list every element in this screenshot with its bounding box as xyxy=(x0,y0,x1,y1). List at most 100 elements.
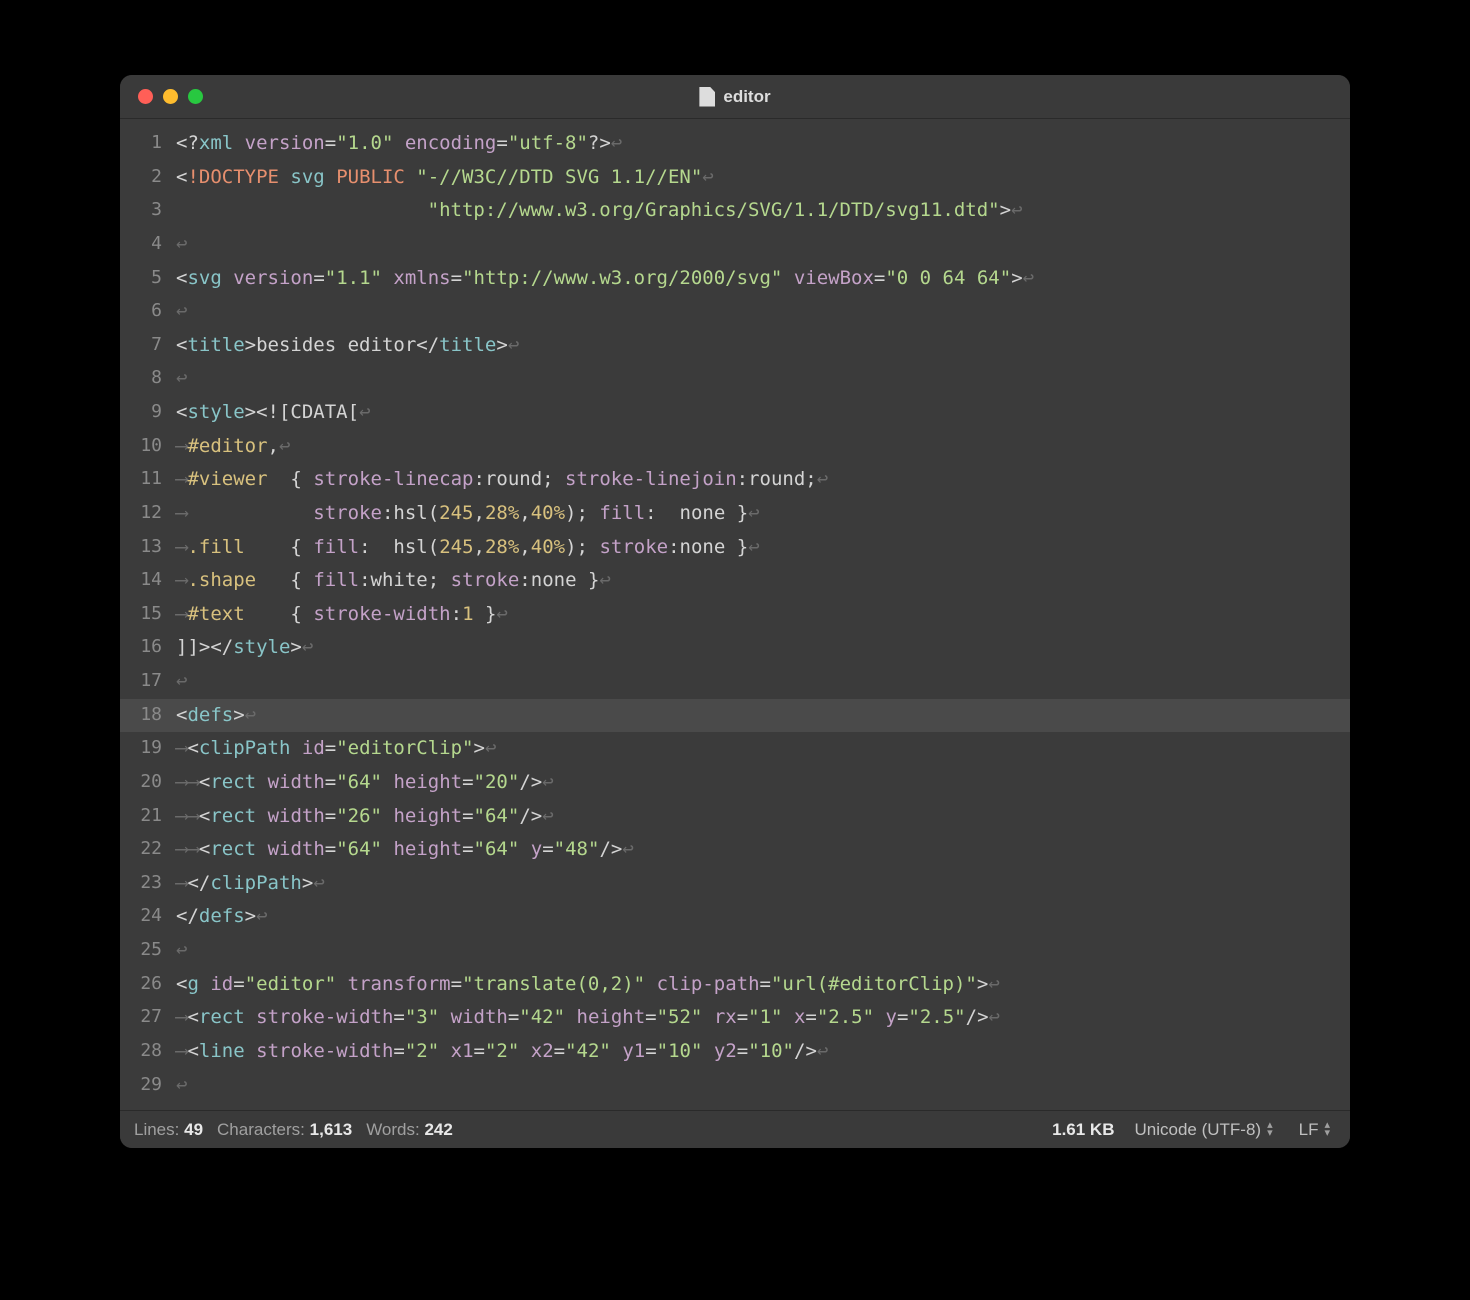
code-content[interactable]: ↩ xyxy=(176,362,1350,396)
code-line[interactable]: 2<!DOCTYPE svg PUBLIC "-//W3C//DTD SVG 1… xyxy=(120,161,1350,195)
chevron-updown-icon: ▴▾ xyxy=(1324,1122,1330,1137)
code-content[interactable]: ]]></style>↩ xyxy=(176,631,1350,665)
line-number: 15 xyxy=(120,598,176,632)
code-line[interactable]: 15⟶#text { stroke-width:1 }↩ xyxy=(120,598,1350,632)
status-characters: Characters: 1,613 xyxy=(217,1120,352,1140)
line-number: 13 xyxy=(120,531,176,565)
line-number: 14 xyxy=(120,564,176,598)
window-title: editor xyxy=(120,87,1350,107)
code-line[interactable]: 25↩ xyxy=(120,934,1350,968)
code-content[interactable]: <svg version="1.1" xmlns="http://www.w3.… xyxy=(176,262,1350,296)
line-number: 8 xyxy=(120,362,176,396)
code-content[interactable]: ⟶⟶<rect width="64" height="20"/>↩ xyxy=(176,766,1350,800)
code-line[interactable]: 7<title>besides editor</title>↩ xyxy=(120,329,1350,363)
code-content[interactable]: ⟶#editor,↩ xyxy=(176,430,1350,464)
code-line[interactable]: 19⟶<clipPath id="editorClip">↩ xyxy=(120,732,1350,766)
code-content[interactable]: ↩ xyxy=(176,295,1350,329)
code-content[interactable]: <style><![CDATA[↩ xyxy=(176,396,1350,430)
code-line[interactable]: 23⟶</clipPath>↩ xyxy=(120,867,1350,901)
code-content[interactable]: "http://www.w3.org/Graphics/SVG/1.1/DTD/… xyxy=(176,194,1350,228)
code-content[interactable]: <title>besides editor</title>↩ xyxy=(176,329,1350,363)
statusbar: Lines: 49 Characters: 1,613 Words: 242 1… xyxy=(120,1110,1350,1148)
code-content[interactable]: </defs>↩ xyxy=(176,900,1350,934)
line-number: 20 xyxy=(120,766,176,800)
line-ending-dropdown[interactable]: LF ▴▾ xyxy=(1293,1120,1336,1140)
line-number: 19 xyxy=(120,732,176,766)
line-number: 2 xyxy=(120,161,176,195)
zoom-button[interactable] xyxy=(188,89,203,104)
code-content[interactable]: <!DOCTYPE svg PUBLIC "-//W3C//DTD SVG 1.… xyxy=(176,161,1350,195)
code-content[interactable]: ⟶#text { stroke-width:1 }↩ xyxy=(176,598,1350,632)
line-number: 28 xyxy=(120,1035,176,1069)
code-line[interactable]: 12⟶ stroke:hsl(245,28%,40%); fill: none … xyxy=(120,497,1350,531)
code-line[interactable]: 17↩ xyxy=(120,665,1350,699)
line-number: 21 xyxy=(120,800,176,834)
line-number: 12 xyxy=(120,497,176,531)
code-content[interactable]: ⟶⟶<rect width="64" height="64" y="48"/>↩ xyxy=(176,833,1350,867)
code-content[interactable]: ⟶<rect stroke-width="3" width="42" heigh… xyxy=(176,1001,1350,1035)
code-line[interactable]: 13⟶.fill { fill: hsl(245,28%,40%); strok… xyxy=(120,531,1350,565)
code-content[interactable]: ↩ xyxy=(176,934,1350,968)
code-line[interactable]: 27⟶<rect stroke-width="3" width="42" hei… xyxy=(120,1001,1350,1035)
code-line[interactable]: 14⟶.shape { fill:white; stroke:none }↩ xyxy=(120,564,1350,598)
minimize-button[interactable] xyxy=(163,89,178,104)
code-line[interactable]: 18<defs>↩ xyxy=(120,699,1350,733)
code-line[interactable]: 4↩ xyxy=(120,228,1350,262)
line-number: 18 xyxy=(120,699,176,733)
code-line[interactable]: 3 "http://www.w3.org/Graphics/SVG/1.1/DT… xyxy=(120,194,1350,228)
code-line[interactable]: 16]]></style>↩ xyxy=(120,631,1350,665)
code-line[interactable]: 10⟶#editor,↩ xyxy=(120,430,1350,464)
code-content[interactable]: <g id="editor" transform="translate(0,2)… xyxy=(176,968,1350,1002)
code-line[interactable]: 26<g id="editor" transform="translate(0,… xyxy=(120,968,1350,1002)
chevron-updown-icon: ▴▾ xyxy=(1267,1122,1273,1137)
code-content[interactable]: ⟶#viewer { stroke-linecap:round; stroke-… xyxy=(176,463,1350,497)
code-line[interactable]: 5<svg version="1.1" xmlns="http://www.w3… xyxy=(120,262,1350,296)
line-number: 5 xyxy=(120,262,176,296)
code-content[interactable]: ⟶<line stroke-width="2" x1="2" x2="42" y… xyxy=(176,1035,1350,1069)
code-content[interactable]: ⟶ stroke:hsl(245,28%,40%); fill: none }↩ xyxy=(176,497,1350,531)
code-line[interactable]: 20⟶⟶<rect width="64" height="20"/>↩ xyxy=(120,766,1350,800)
status-words: Words: 242 xyxy=(366,1120,453,1140)
code-editor[interactable]: 1<?xml version="1.0" encoding="utf-8"?>↩… xyxy=(120,119,1350,1110)
code-line[interactable]: 8↩ xyxy=(120,362,1350,396)
code-line[interactable]: 11⟶#viewer { stroke-linecap:round; strok… xyxy=(120,463,1350,497)
status-lines: Lines: 49 xyxy=(134,1120,203,1140)
line-number: 10 xyxy=(120,430,176,464)
encoding-dropdown[interactable]: Unicode (UTF-8) ▴▾ xyxy=(1129,1120,1279,1140)
line-number: 24 xyxy=(120,900,176,934)
code-content[interactable]: ⟶</clipPath>↩ xyxy=(176,867,1350,901)
code-content[interactable]: ⟶⟶<rect width="26" height="64"/>↩ xyxy=(176,800,1350,834)
line-number: 16 xyxy=(120,631,176,665)
line-number: 25 xyxy=(120,934,176,968)
line-number: 4 xyxy=(120,228,176,262)
code-content[interactable]: ↩ xyxy=(176,228,1350,262)
line-number: 7 xyxy=(120,329,176,363)
code-content[interactable]: ⟶.fill { fill: hsl(245,28%,40%); stroke:… xyxy=(176,531,1350,565)
close-button[interactable] xyxy=(138,89,153,104)
code-line[interactable]: 29↩ xyxy=(120,1069,1350,1103)
line-number: 6 xyxy=(120,295,176,329)
code-content[interactable]: <?xml version="1.0" encoding="utf-8"?>↩ xyxy=(176,127,1350,161)
status-filesize: 1.61 KB xyxy=(1052,1120,1114,1140)
line-number: 26 xyxy=(120,968,176,1002)
code-line[interactable]: 22⟶⟶<rect width="64" height="64" y="48"/… xyxy=(120,833,1350,867)
code-line[interactable]: 28⟶<line stroke-width="2" x1="2" x2="42"… xyxy=(120,1035,1350,1069)
code-content[interactable]: ↩ xyxy=(176,665,1350,699)
window-title-text: editor xyxy=(723,87,770,107)
code-content[interactable]: <defs>↩ xyxy=(176,699,1350,733)
code-line[interactable]: 6↩ xyxy=(120,295,1350,329)
code-line[interactable]: 9<style><![CDATA[↩ xyxy=(120,396,1350,430)
code-line[interactable]: 1<?xml version="1.0" encoding="utf-8"?>↩ xyxy=(120,127,1350,161)
line-number: 1 xyxy=(120,127,176,161)
editor-window: editor 1<?xml version="1.0" encoding="ut… xyxy=(120,75,1350,1148)
code-content[interactable]: ↩ xyxy=(176,1069,1350,1103)
code-content[interactable]: ⟶<clipPath id="editorClip">↩ xyxy=(176,732,1350,766)
line-number: 22 xyxy=(120,833,176,867)
code-content[interactable]: ⟶.shape { fill:white; stroke:none }↩ xyxy=(176,564,1350,598)
line-number: 17 xyxy=(120,665,176,699)
document-icon xyxy=(699,87,715,107)
line-number: 11 xyxy=(120,463,176,497)
line-number: 29 xyxy=(120,1069,176,1103)
code-line[interactable]: 21⟶⟶<rect width="26" height="64"/>↩ xyxy=(120,800,1350,834)
code-line[interactable]: 24</defs>↩ xyxy=(120,900,1350,934)
